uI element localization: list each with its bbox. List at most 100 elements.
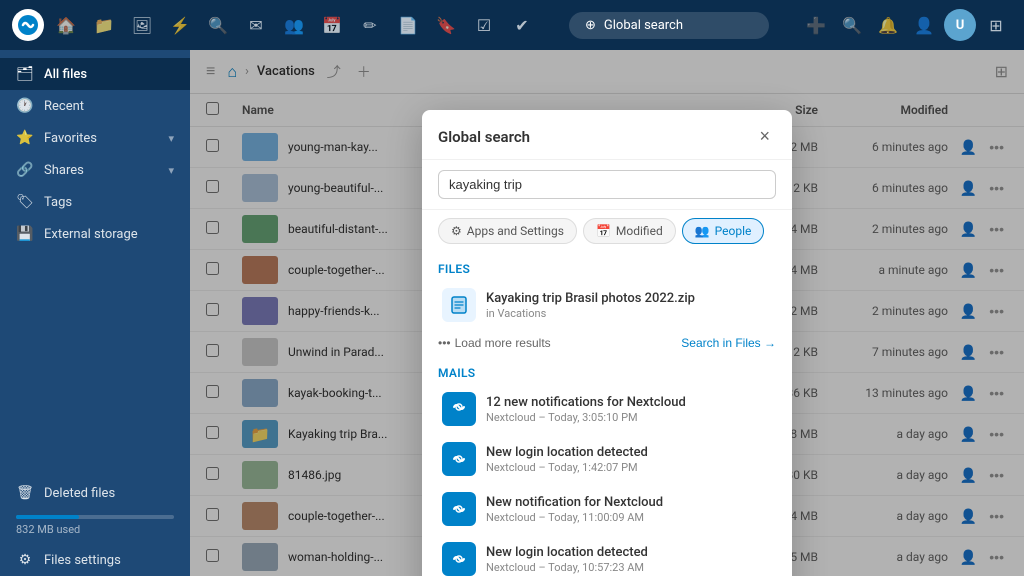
check-icon[interactable]: ✔ xyxy=(506,9,538,41)
search-input[interactable] xyxy=(449,177,765,192)
all-files-icon: 🗂 xyxy=(16,66,34,82)
tab-apps-settings[interactable]: ⚙ Apps and Settings xyxy=(438,218,577,244)
notifications-icon[interactable]: 🔔 xyxy=(872,9,904,41)
mail-result-item[interactable]: 12 new notifications for Nextcloud Nextc… xyxy=(426,384,788,434)
mail-result-title: New notification for Nextcloud xyxy=(486,495,772,510)
mail-result-text: New login location detected Nextcloud – … xyxy=(486,545,772,574)
sidebar-item-tags-label: Tags xyxy=(44,195,72,210)
bookmarks-icon[interactable]: 🔖 xyxy=(430,9,462,41)
search-in-files-button[interactable]: Search in Files → xyxy=(681,336,776,350)
mail-result-title: New login location detected xyxy=(486,445,772,460)
settings-icon: ⚙ xyxy=(16,552,34,568)
external-storage-icon: 💾 xyxy=(16,226,34,242)
deleted-files-item[interactable]: 🗑 Deleted files xyxy=(0,477,190,509)
tab-people-label: People xyxy=(715,224,752,238)
file-result-subtitle: in Vacations xyxy=(486,307,772,320)
search-icon[interactable]: 🔍 xyxy=(202,9,234,41)
mails-section-title: Mails xyxy=(422,356,792,384)
files-load-more-label: Load more results xyxy=(455,336,551,350)
edit-icon[interactable]: ✏ xyxy=(354,9,386,41)
mail-result-item[interactable]: New login location detected Nextcloud – … xyxy=(426,534,788,576)
search-input-wrap xyxy=(422,160,792,210)
main-content: ≡ ⌂ › Vacations ⤴ ＋ ⊞ Name Size Modified xyxy=(190,50,1024,576)
tab-people[interactable]: 👥 People xyxy=(682,218,765,244)
lightning-icon[interactable]: ⚡ xyxy=(164,9,196,41)
sidebar-item-favorites[interactable]: ⭐ Favorites ▾ xyxy=(0,122,190,154)
app-logo[interactable] xyxy=(12,9,44,41)
mail-result-item[interactable]: New notification for Nextcloud Nextcloud… xyxy=(426,484,788,534)
sidebar-item-favorites-label: Favorites xyxy=(44,131,97,146)
modal-overlay[interactable]: Global search × ⚙ Apps and Settings xyxy=(190,50,1024,576)
sidebar-item-tags[interactable]: 🏷 Tags xyxy=(0,186,190,218)
global-search-bar[interactable]: ⊕ Global search xyxy=(569,12,769,39)
mail-nc-icon xyxy=(442,542,476,576)
sidebar-item-recent-label: Recent xyxy=(44,99,84,114)
mail-icon[interactable]: ✉ xyxy=(240,9,272,41)
files-section-title: Files xyxy=(422,252,792,280)
files-load-more-button[interactable]: ••• Load more results xyxy=(438,336,551,350)
favorites-icon: ⭐ xyxy=(16,130,34,146)
files-icon[interactable]: 📁 xyxy=(88,9,120,41)
storage-usage: 832 MB used xyxy=(0,509,190,544)
mail-result-subtitle: Nextcloud – Today, 10:57:23 AM xyxy=(486,561,772,574)
mail-result-text: New notification for Nextcloud Nextcloud… xyxy=(486,495,772,524)
tasks-icon[interactable]: ☑ xyxy=(468,9,500,41)
tab-apps-settings-label: Apps and Settings xyxy=(467,224,564,238)
search-in-files-label: Search in Files → xyxy=(681,336,776,350)
files-settings-label: Files settings xyxy=(44,553,121,568)
app-layout: 🗂 All files 🕐 Recent ⭐ Favorites ▾ 🔗 Sha… xyxy=(0,50,1024,576)
storage-used-label: 832 MB used xyxy=(16,523,174,536)
mail-result-title: New login location detected xyxy=(486,545,772,560)
modified-icon: 📅 xyxy=(596,224,611,238)
sidebar-item-external-storage[interactable]: 💾 External storage xyxy=(0,218,190,250)
mail-result-subtitle: Nextcloud – Today, 1:42:07 PM xyxy=(486,461,772,474)
search-indicator: ⊕ xyxy=(585,18,596,33)
mail-nc-icon xyxy=(442,492,476,526)
trash-icon: 🗑 xyxy=(16,485,34,501)
file-result-title: Kayaking trip Brasil photos 2022.zip xyxy=(486,291,772,306)
global-search-label: Global search xyxy=(604,18,683,33)
file-result-item[interactable]: Kayaking trip Brasil photos 2022.zip in … xyxy=(426,280,788,330)
photos-icon[interactable]: 🖼 xyxy=(126,9,158,41)
user-menu-icon[interactable]: 👤 xyxy=(908,9,940,41)
sidebar-item-all-files[interactable]: 🗂 All files xyxy=(0,58,190,90)
contacts-icon[interactable]: 👥 xyxy=(278,9,310,41)
calendar-icon[interactable]: 📅 xyxy=(316,9,348,41)
search-modal: Global search × ⚙ Apps and Settings xyxy=(422,110,792,576)
modal-close-button[interactable]: × xyxy=(753,124,776,149)
sidebar-item-shares[interactable]: 🔗 Shares ▾ xyxy=(0,154,190,186)
modal-title: Global search xyxy=(438,128,530,146)
documents-icon[interactable]: 📄 xyxy=(392,9,424,41)
mail-result-item[interactable]: New login location detected Nextcloud – … xyxy=(426,434,788,484)
filter-tabs: ⚙ Apps and Settings 📅 Modified 👥 People xyxy=(422,210,792,252)
mail-nc-icon xyxy=(442,392,476,426)
apps-settings-icon: ⚙ xyxy=(451,224,462,238)
global-search-area: ⊕ Global search xyxy=(544,12,794,39)
files-settings-item[interactable]: ⚙ Files settings xyxy=(0,544,190,576)
recent-icon: 🕐 xyxy=(16,98,34,114)
sidebar-item-recent[interactable]: 🕐 Recent xyxy=(0,90,190,122)
search-top-icon[interactable]: 🔍 xyxy=(836,9,868,41)
mail-result-subtitle: Nextcloud – Today, 11:00:09 AM xyxy=(486,511,772,524)
nc-swirl-icon xyxy=(449,397,469,421)
modal-header: Global search × xyxy=(422,110,792,160)
home-icon[interactable]: 🏠 xyxy=(50,9,82,41)
favorites-expand: ▾ xyxy=(168,132,174,145)
storage-bar-fill xyxy=(16,515,79,519)
storage-bar-background xyxy=(16,515,174,519)
shares-expand: ▾ xyxy=(168,164,174,177)
sidebar-bottom: 🗑 Deleted files 832 MB used ⚙ Files sett… xyxy=(0,477,190,576)
files-load-more-row: ••• Load more results Search in Files → xyxy=(422,330,792,356)
modal-body: Files Kayaking trip Brasil photos 2022.z… xyxy=(422,252,792,576)
tab-modified[interactable]: 📅 Modified xyxy=(583,218,676,244)
load-more-dots: ••• xyxy=(438,336,451,350)
deleted-files-label: Deleted files xyxy=(44,486,115,501)
people-icon: 👥 xyxy=(695,224,710,238)
add-icon[interactable]: ➕ xyxy=(800,9,832,41)
avatar[interactable]: U xyxy=(944,9,976,41)
tags-icon: 🏷 xyxy=(16,194,34,210)
mail-result-text: New login location detected Nextcloud – … xyxy=(486,445,772,474)
grid-icon[interactable]: ⊞ xyxy=(980,9,1012,41)
file-result-icon xyxy=(442,288,476,322)
file-result-text: Kayaking trip Brasil photos 2022.zip in … xyxy=(486,291,772,320)
